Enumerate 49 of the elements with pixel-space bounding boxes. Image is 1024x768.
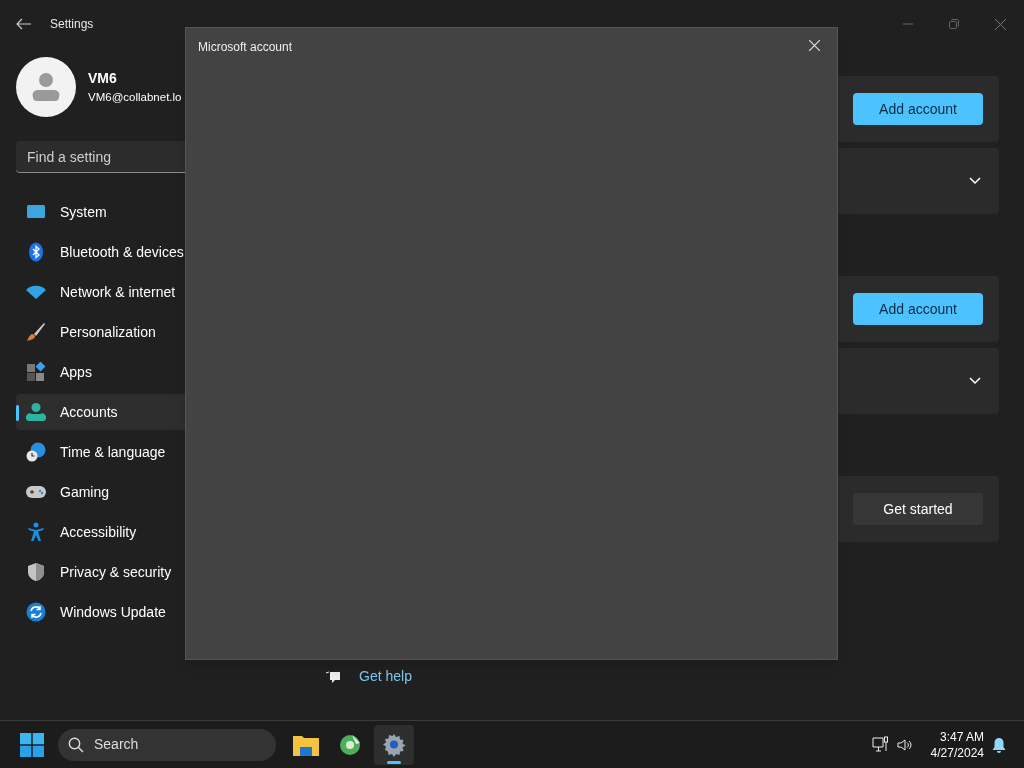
window-title: Settings [50, 16, 94, 33]
globe-clock-icon [26, 442, 46, 462]
disc-icon [339, 733, 361, 756]
apps-icon [26, 362, 46, 382]
nav-item[interactable]: Apps [16, 354, 185, 390]
taskbar-search-field[interactable]: Search [58, 728, 276, 761]
chevron-down-icon[interactable] [969, 377, 981, 385]
clock-time[interactable]: 3:47 AM [939, 728, 984, 745]
bell-icon[interactable] [992, 736, 1006, 753]
nav-item[interactable]: Bluetooth & devices [16, 234, 185, 270]
person-icon [26, 402, 46, 422]
dialog-title: Microsoft account [198, 39, 293, 56]
maximize-icon[interactable] [949, 19, 959, 29]
clock-date[interactable]: 4/27/2024 [930, 744, 984, 761]
search-icon [68, 736, 84, 753]
close-icon[interactable] [995, 18, 1006, 30]
nav-item[interactable]: Time & language [16, 434, 185, 470]
back-arrow-icon[interactable] [16, 18, 32, 30]
selection-indicator [16, 405, 19, 421]
user-email: VM6@collabnet.lo [88, 89, 182, 105]
action-button[interactable]: Get started [853, 493, 983, 525]
windows-logo-icon[interactable] [20, 732, 44, 757]
gear-icon [382, 732, 406, 757]
speaker-icon[interactable] [896, 737, 913, 752]
sync-icon [26, 602, 46, 622]
nav-item[interactable]: Accounts [16, 394, 185, 430]
nav-item[interactable]: Network & internet [16, 274, 185, 310]
network-monitor-icon[interactable] [871, 736, 889, 753]
nav-item[interactable]: Personalization [16, 314, 185, 350]
shield-icon [26, 562, 46, 582]
user-name: VM6 [88, 68, 118, 88]
accessibility-icon [26, 522, 46, 542]
bluetooth-icon [26, 242, 46, 262]
nav-item[interactable]: Windows Update [16, 594, 185, 630]
folder-icon [293, 733, 319, 756]
nav-item[interactable]: Privacy & security [16, 554, 185, 590]
nav-item[interactable]: Accessibility [16, 514, 185, 550]
action-button[interactable]: Add account [853, 293, 983, 325]
chat-help-icon [326, 669, 342, 684]
nav-item[interactable]: System [16, 194, 185, 230]
running-indicator [387, 760, 401, 764]
person-icon [31, 72, 61, 102]
taskbar-app[interactable] [374, 724, 414, 765]
get-help-link[interactable]: Get help [359, 666, 412, 687]
nav-item[interactable]: Gaming [16, 474, 185, 510]
action-button[interactable]: Add account [853, 93, 983, 125]
chevron-down-icon[interactable] [969, 177, 981, 185]
brush-icon [26, 322, 46, 342]
settings-search-field[interactable]: Find a setting [16, 141, 185, 173]
